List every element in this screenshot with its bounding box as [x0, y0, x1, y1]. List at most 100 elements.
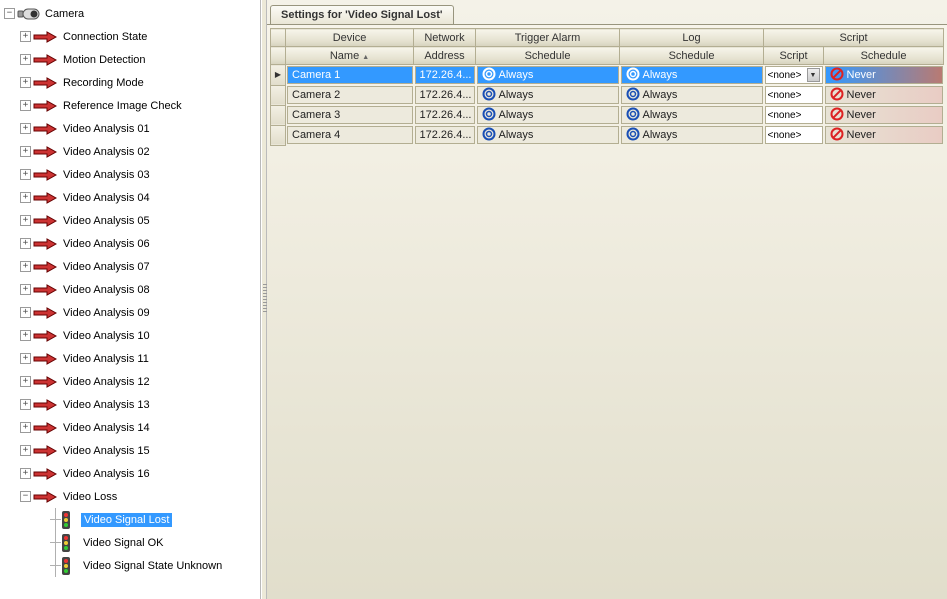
cell-script-schedule[interactable]: Never [825, 126, 943, 144]
expand-icon[interactable]: + [20, 192, 31, 203]
col-group-script[interactable]: Script [764, 29, 944, 47]
cell-script[interactable]: <none>▼ [765, 66, 823, 84]
expand-icon[interactable]: + [20, 422, 31, 433]
col-address[interactable]: Address [414, 47, 476, 65]
row-header[interactable] [271, 85, 286, 105]
tree-item[interactable]: +Video Analysis 14 [0, 416, 260, 439]
cell-address[interactable]: 172.26.4... [415, 86, 475, 104]
cell-log-schedule[interactable]: Always [621, 126, 763, 144]
table-row[interactable]: Camera 1172.26.4...AlwaysAlways<none>▼Ne… [271, 65, 944, 86]
cell-name[interactable]: Camera 1 [287, 66, 413, 84]
cell-script[interactable]: <none> [765, 86, 823, 104]
expand-icon[interactable]: + [20, 238, 31, 249]
cell-address[interactable]: 172.26.4... [415, 106, 475, 124]
tree-item-label: Video Analysis 10 [61, 329, 152, 343]
arrow-icon [33, 259, 57, 275]
expand-icon[interactable]: + [20, 100, 31, 111]
tree-item[interactable]: +Video Analysis 06 [0, 232, 260, 255]
expand-icon[interactable]: + [20, 77, 31, 88]
tree-item[interactable]: +Connection State [0, 25, 260, 48]
arrow-icon [33, 144, 57, 160]
col-group-network[interactable]: Network [414, 29, 476, 47]
expand-icon[interactable]: + [20, 284, 31, 295]
cell-script[interactable]: <none> [765, 106, 823, 124]
cell-name[interactable]: Camera 3 [287, 106, 413, 124]
col-script[interactable]: Script [764, 47, 824, 65]
always-icon [482, 87, 496, 104]
settings-grid[interactable]: Device Network Trigger Alarm Log Script … [270, 28, 944, 146]
cell-trigger-schedule[interactable]: Always [477, 106, 619, 124]
tree-item[interactable]: +Video Analysis 11 [0, 347, 260, 370]
tree-item[interactable]: +Video Analysis 08 [0, 278, 260, 301]
cell-log-schedule[interactable]: Always [621, 106, 763, 124]
tree-item[interactable]: +Reference Image Check [0, 94, 260, 117]
tree-item-label: Video Analysis 09 [61, 306, 152, 320]
tree-item[interactable]: +Video Analysis 04 [0, 186, 260, 209]
col-group-log[interactable]: Log [620, 29, 764, 47]
table-row[interactable]: Camera 4172.26.4...AlwaysAlways<none>Nev… [271, 125, 944, 145]
cell-log-schedule[interactable]: Always [621, 66, 763, 84]
table-row[interactable]: Camera 2172.26.4...AlwaysAlways<none>Nev… [271, 85, 944, 105]
cell-script-schedule[interactable]: Never [825, 106, 943, 124]
expand-icon[interactable]: + [20, 445, 31, 456]
col-group-device[interactable]: Device [286, 29, 414, 47]
tree-item-video-loss[interactable]: − Video Loss [0, 485, 260, 508]
cell-trigger-schedule[interactable]: Always [477, 66, 619, 84]
cell-address[interactable]: 172.26.4... [415, 66, 475, 84]
collapse-icon[interactable]: − [20, 491, 31, 502]
tree-item[interactable]: +Recording Mode [0, 71, 260, 94]
tree-leaf[interactable]: Video Signal State Unknown [0, 554, 260, 577]
tree-item[interactable]: + Video Analysis 09 [0, 301, 260, 324]
dropdown-icon[interactable]: ▼ [807, 68, 820, 82]
cell-trigger-schedule[interactable]: Always [477, 126, 619, 144]
expand-icon[interactable]: + [20, 169, 31, 180]
cell-script[interactable]: <none> [765, 126, 823, 144]
tree-item[interactable]: + Video Analysis 07 [0, 255, 260, 278]
col-name[interactable]: Name▲ [286, 47, 414, 65]
expand-icon[interactable]: + [20, 468, 31, 479]
cell-log-schedule[interactable]: Always [621, 86, 763, 104]
expand-icon[interactable]: + [20, 330, 31, 341]
tree-item[interactable]: +Video Analysis 01 [0, 117, 260, 140]
tree-item[interactable]: + Video Analysis 10 [0, 324, 260, 347]
row-header[interactable] [271, 65, 286, 86]
cell-script-schedule[interactable]: Never [825, 86, 943, 104]
col-group-trigger[interactable]: Trigger Alarm [476, 29, 620, 47]
expand-icon[interactable]: + [20, 353, 31, 364]
col-log-schedule[interactable]: Schedule [620, 47, 764, 65]
tree-item[interactable]: +Video Analysis 12 [0, 370, 260, 393]
col-trigger-schedule[interactable]: Schedule [476, 47, 620, 65]
cell-script-schedule[interactable]: Never [825, 66, 943, 84]
tree-item[interactable]: +Video Analysis 05 [0, 209, 260, 232]
cell-name[interactable]: Camera 2 [287, 86, 413, 104]
expand-icon[interactable]: + [20, 54, 31, 65]
expand-icon[interactable]: + [20, 307, 31, 318]
row-header[interactable] [271, 105, 286, 125]
collapse-icon[interactable]: − [4, 8, 15, 19]
expand-icon[interactable]: + [20, 376, 31, 387]
cell-name[interactable]: Camera 4 [287, 126, 413, 144]
tree-root-camera[interactable]: − Camera [0, 2, 260, 25]
tree-item[interactable]: +Video Analysis 13 [0, 393, 260, 416]
cell-trigger-schedule[interactable]: Always [477, 86, 619, 104]
tree-item[interactable]: +Video Analysis 16 [0, 462, 260, 485]
tree-item[interactable]: +Motion Detection [0, 48, 260, 71]
expand-icon[interactable]: + [20, 399, 31, 410]
tree-leaf[interactable]: Video Signal OK [0, 531, 260, 554]
col-script-schedule[interactable]: Schedule [824, 47, 944, 65]
expand-icon[interactable]: + [20, 31, 31, 42]
tree-item[interactable]: +Video Analysis 02 [0, 140, 260, 163]
table-row[interactable]: Camera 3172.26.4...AlwaysAlways<none>Nev… [271, 105, 944, 125]
tree-leaf[interactable]: Video Signal Lost [0, 508, 260, 531]
tab-settings[interactable]: Settings for 'Video Signal Lost' [270, 5, 454, 24]
tree-item-label: Video Analysis 07 [61, 260, 152, 274]
expand-icon[interactable]: + [20, 215, 31, 226]
cell-address[interactable]: 172.26.4... [415, 126, 475, 144]
arrow-icon [33, 305, 57, 321]
tree-item[interactable]: +Video Analysis 15 [0, 439, 260, 462]
row-header[interactable] [271, 125, 286, 145]
expand-icon[interactable]: + [20, 261, 31, 272]
tree-item[interactable]: +Video Analysis 03 [0, 163, 260, 186]
expand-icon[interactable]: + [20, 123, 31, 134]
expand-icon[interactable]: + [20, 146, 31, 157]
